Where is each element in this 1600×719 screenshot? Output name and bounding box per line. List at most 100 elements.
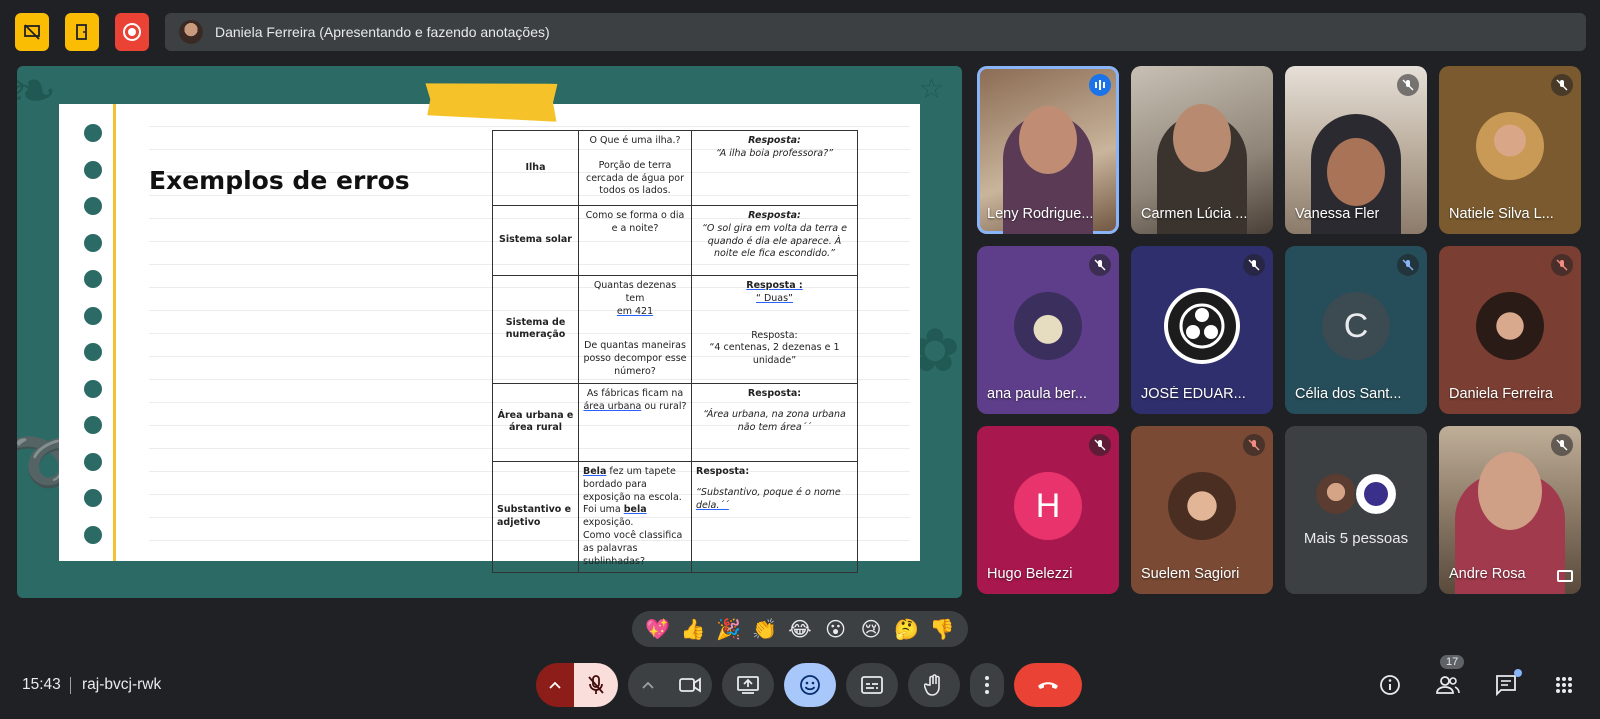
topic-cell: Substantivo e adjetivo — [492, 460, 579, 574]
more-people-tile[interactable]: Mais 5 pessoas — [1285, 426, 1427, 594]
participant-tile[interactable]: Andre Rosa — [1439, 426, 1581, 594]
door-exit-icon — [76, 24, 87, 40]
mic-off-indicator — [1243, 434, 1265, 456]
question-cell: Como se forma o dia e a noite? — [578, 205, 692, 276]
participant-name: Vanessa Fler — [1295, 206, 1380, 222]
mic-off-icon — [588, 675, 604, 694]
table-row: Área urbana e área rural As fábricas fic… — [492, 382, 858, 462]
answer-cell: Resposta: “O sol gira em volta da terra … — [691, 205, 858, 276]
chat-icon — [1496, 675, 1516, 696]
activities-button[interactable] — [1546, 667, 1582, 703]
participant-tile[interactable]: Daniela Ferreira — [1439, 246, 1581, 414]
call-controls — [536, 663, 1082, 707]
participant-name: Suelem Sagiori — [1141, 566, 1240, 582]
participant-tile[interactable]: JOSÉ EDUAR... — [1131, 246, 1273, 414]
participant-name: Hugo Belezzi — [987, 566, 1073, 582]
reactions-button[interactable] — [784, 663, 836, 707]
captions-button[interactable] — [846, 663, 898, 707]
participant-tile[interactable]: Suelem Sagiori — [1131, 426, 1273, 594]
face — [1173, 104, 1231, 172]
camera-options-button[interactable] — [628, 663, 668, 707]
answer-cell: Resposta: “A ilha boia professora?” — [691, 130, 858, 206]
picture-in-picture-icon[interactable] — [1557, 570, 1573, 582]
smiley-icon — [800, 675, 820, 695]
speaking-indicator — [1089, 74, 1111, 96]
presenter-text: Daniela Ferreira (Apresentando e fazendo… — [215, 24, 550, 40]
reaction-party[interactable]: 🎉 — [715, 617, 743, 641]
table-row: Sistema solar Como se forma o dia e a no… — [492, 205, 858, 276]
meeting-time: 15:43 — [22, 676, 61, 693]
avatar — [1476, 112, 1544, 180]
face — [1327, 138, 1385, 206]
info-icon — [1380, 675, 1400, 695]
obs-logo-icon — [1179, 303, 1225, 349]
participant-tile[interactable]: H Hugo Belezzi — [977, 426, 1119, 594]
leaf-decoration: ❧ — [17, 66, 58, 126]
participant-name: Daniela Ferreira — [1449, 386, 1553, 402]
errors-table: Ilha O Que é uma ilha.? Porção de terra … — [492, 130, 858, 574]
people-icon — [1436, 676, 1460, 694]
meeting-details-button[interactable] — [1372, 667, 1408, 703]
camera-toggle-button[interactable] — [668, 663, 712, 707]
face — [1019, 106, 1077, 174]
people-button[interactable]: 17 — [1430, 655, 1466, 703]
presentation-area[interactable]: ❧ ➰ ✿ ☆ Exemplos de erros Ilha O Que é u… — [17, 66, 962, 598]
participant-tile[interactable]: Leny Rodrigue... — [977, 66, 1119, 234]
reaction-thumbs-down[interactable]: 👎 — [928, 617, 956, 641]
mic-off-icon — [1094, 439, 1106, 451]
unread-dot — [1514, 669, 1522, 677]
raise-hand-button[interactable] — [908, 663, 960, 707]
mic-options-button[interactable] — [536, 663, 574, 707]
avatar-initial: C — [1322, 292, 1390, 360]
participants-grid: Leny Rodrigue... Carmen Lúcia ... Vaness… — [977, 66, 1581, 594]
mic-off-icon — [1248, 259, 1260, 271]
mic-toggle-button[interactable] — [574, 663, 618, 707]
table-row: Substantivo e adjetivo Bela fez um tapet… — [492, 460, 858, 574]
reaction-laugh[interactable]: 😂 — [786, 617, 814, 641]
reaction-clap[interactable]: 👏 — [750, 617, 778, 641]
participant-tile[interactable]: ana paula ber... — [977, 246, 1119, 414]
mic-off-indicator — [1551, 434, 1573, 456]
side-panel-controls: 17 — [1372, 655, 1582, 703]
reaction-heart[interactable]: 💖 — [644, 617, 672, 641]
meet-window: Daniela Ferreira (Apresentando e fazendo… — [0, 0, 1600, 719]
presenter-avatar — [179, 20, 203, 44]
top-bar: Daniela Ferreira (Apresentando e fazendo… — [15, 13, 1586, 51]
participant-tile[interactable]: Natiele Silva L... — [1439, 66, 1581, 234]
participant-tile[interactable]: Carmen Lúcia ... — [1131, 66, 1273, 234]
meeting-code: raj-bvcj-rwk — [82, 676, 162, 693]
chat-button[interactable] — [1488, 667, 1524, 703]
record-icon — [123, 23, 141, 41]
leave-call-button[interactable] — [1014, 663, 1082, 707]
mic-off-icon — [1556, 79, 1568, 91]
reaction-surprised[interactable]: 😮 — [822, 617, 850, 641]
face — [1478, 452, 1542, 530]
participant-tile[interactable]: C Célia dos Sant... — [1285, 246, 1427, 414]
avatar — [1168, 292, 1236, 360]
presenter-banner[interactable]: Daniela Ferreira (Apresentando e fazendo… — [165, 13, 1586, 51]
present-screen-button[interactable] — [722, 663, 774, 707]
participant-name: Natiele Silva L... — [1449, 206, 1554, 222]
topic-cell: Sistema de numeração — [492, 275, 579, 384]
binder-holes — [84, 124, 102, 544]
chevron-up-icon — [642, 681, 654, 689]
grouped-avatars — [1314, 472, 1398, 516]
people-count-badge: 17 — [1440, 655, 1465, 669]
avatar — [1476, 292, 1544, 360]
participant-tile[interactable]: Vanessa Fler — [1285, 66, 1427, 234]
present-screen-icon — [737, 676, 759, 694]
avatar — [1168, 472, 1236, 540]
table-row: Ilha O Que é uma ilha.? Porção de terra … — [492, 130, 858, 206]
reaction-thumbs-up[interactable]: 👍 — [679, 617, 707, 641]
mic-off-icon — [1248, 439, 1260, 451]
more-options-button[interactable] — [970, 663, 1004, 707]
stop-presenting-button[interactable] — [15, 13, 49, 51]
mic-off-indicator — [1397, 74, 1419, 96]
recording-button[interactable] — [115, 13, 149, 51]
reaction-sad[interactable]: 😢 — [857, 617, 885, 641]
leave-room-button[interactable] — [65, 13, 99, 51]
mic-control-group — [536, 663, 618, 707]
participant-name: Carmen Lúcia ... — [1141, 206, 1248, 222]
avatar — [1354, 472, 1398, 516]
reaction-thinking[interactable]: 🤔 — [893, 617, 921, 641]
